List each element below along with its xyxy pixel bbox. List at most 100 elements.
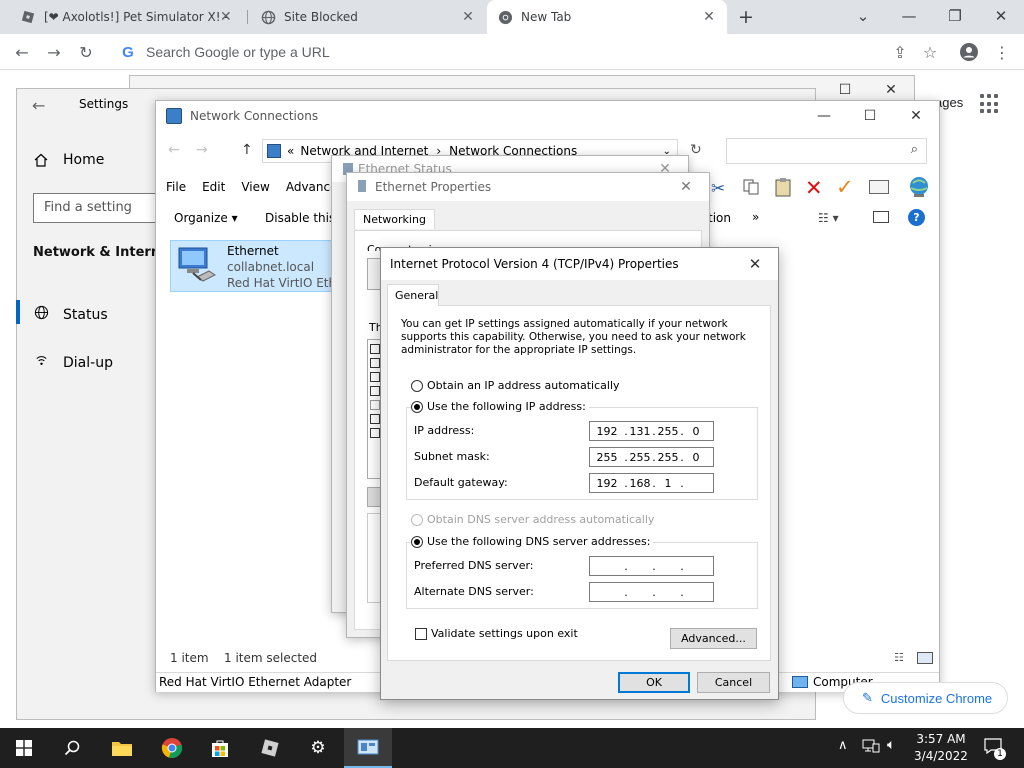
tab-site-blocked[interactable]: Site Blocked ✕	[250, 0, 486, 34]
large-icons-view-icon[interactable]	[917, 652, 933, 664]
up-arrow-icon[interactable]: ↑	[241, 142, 253, 158]
google-apps-icon[interactable]	[980, 94, 1000, 114]
cancel-button[interactable]: Cancel	[697, 672, 770, 693]
properties-icon[interactable]	[869, 180, 889, 194]
help-icon[interactable]: ?	[908, 209, 925, 226]
checkbox[interactable]	[415, 627, 427, 640]
refresh-icon[interactable]: ↻	[690, 142, 702, 158]
minimize-icon[interactable]: —	[886, 0, 932, 32]
back-arrow-icon[interactable]: ←	[32, 96, 45, 115]
checkmark-icon[interactable]: ✓	[836, 175, 854, 199]
new-tab-button[interactable]: +	[738, 6, 754, 28]
subnet-mask-field[interactable]: 255. 255. 255. 0	[589, 447, 714, 467]
chrome-icon[interactable]	[148, 728, 196, 768]
share-icon[interactable]: ⇪	[888, 40, 912, 64]
search-icon[interactable]	[48, 728, 96, 768]
profile-avatar-icon[interactable]	[957, 40, 981, 64]
tab-networking[interactable]: Networking	[354, 209, 435, 229]
preview-pane-icon[interactable]	[873, 211, 889, 223]
use-following-ip-radio[interactable]: Use the following IP address:	[411, 400, 589, 413]
minimize-icon[interactable]: —	[801, 101, 847, 131]
obtain-dns-auto-radio[interactable]: Obtain DNS server address automatically	[411, 513, 654, 526]
close-icon[interactable]: ✕	[663, 173, 709, 201]
bookmark-star-icon[interactable]: ☆	[918, 40, 942, 64]
settings-item-dialup[interactable]: Dial-up	[33, 353, 113, 372]
close-icon[interactable]: ✕	[220, 9, 232, 25]
checkbox[interactable]	[370, 414, 380, 424]
close-icon[interactable]: ✕	[893, 101, 939, 131]
settings-item-status[interactable]: Status	[33, 305, 108, 324]
settings-search-input[interactable]: Find a setting	[33, 193, 163, 223]
tab-pet-simulator[interactable]: [❤ Axolotls!] Pet Simulator X! - R	[10, 0, 242, 34]
network-status-icon[interactable]	[862, 739, 880, 753]
octet[interactable]: 255	[628, 451, 652, 464]
system-clock[interactable]: 3:57 AM 3/4/2022	[909, 731, 973, 765]
preferred-dns-field[interactable]: . . .	[589, 556, 714, 576]
radio-button[interactable]	[411, 513, 423, 526]
close-icon[interactable]: ✕	[732, 248, 778, 280]
octet[interactable]: 255	[590, 451, 624, 464]
octet[interactable]: 192	[590, 477, 624, 490]
close-window-icon[interactable]: ✕	[978, 0, 1024, 32]
close-icon[interactable]: ✕	[460, 9, 476, 25]
network-globe-icon[interactable]	[907, 176, 931, 198]
paste-icon[interactable]	[774, 177, 792, 197]
back-arrow-icon[interactable]: ←	[10, 40, 34, 64]
search-input[interactable]: ⌕	[726, 138, 927, 164]
octet[interactable]: 0	[684, 425, 708, 438]
diagnose-connection-button[interactable]: tion	[708, 211, 731, 225]
cut-icon[interactable]: ✂	[711, 179, 725, 199]
customize-chrome-button[interactable]: ✎ Customize Chrome	[843, 682, 1008, 714]
octet[interactable]: 168	[628, 477, 652, 490]
advanced-button[interactable]: Advanced...	[670, 628, 757, 649]
windows-start-icon[interactable]	[0, 728, 48, 768]
checkbox[interactable]	[370, 372, 380, 382]
copy-icon[interactable]	[742, 178, 760, 196]
menu-edit[interactable]: Edit	[202, 180, 225, 194]
back-arrow-icon[interactable]: ←	[168, 142, 180, 158]
octet[interactable]: 192	[590, 425, 624, 438]
obtain-ip-auto-radio[interactable]: Obtain an IP address automatically	[411, 379, 620, 392]
restore-icon[interactable]: ❐	[932, 0, 978, 32]
checkbox[interactable]	[370, 428, 380, 438]
forward-arrow-icon[interactable]: →	[42, 40, 66, 64]
file-explorer-icon[interactable]	[98, 728, 146, 768]
octet[interactable]: 255	[656, 425, 680, 438]
forward-arrow-icon[interactable]: →	[196, 142, 208, 158]
show-hidden-icons-chevron-icon[interactable]: ∧	[838, 738, 848, 753]
chrome-menu-icon[interactable]: ⋮	[990, 40, 1014, 64]
octet[interactable]: 1	[656, 477, 680, 490]
maximize-icon[interactable]: ☐	[847, 101, 893, 131]
checkbox[interactable]	[370, 386, 380, 396]
organize-button[interactable]: Organize ▾	[174, 211, 238, 225]
menu-view[interactable]: View	[241, 180, 269, 194]
reload-icon[interactable]: ↻	[74, 40, 98, 64]
adapter-ethernet-item[interactable]: Ethernet collabnet.local Red Hat VirtIO …	[170, 240, 348, 292]
more-commands-button[interactable]: »	[752, 210, 759, 224]
radio-button[interactable]	[411, 535, 423, 548]
control-panel-icon[interactable]	[344, 728, 392, 768]
validate-settings-checkbox[interactable]: Validate settings upon exit	[415, 627, 578, 640]
delete-icon[interactable]: ✕	[805, 176, 823, 200]
roblox-icon[interactable]	[246, 728, 294, 768]
omnibox[interactable]: G Search Google or type a URL	[108, 38, 950, 66]
default-gateway-field[interactable]: 192. 168. 1.	[589, 473, 714, 493]
radio-button[interactable]	[411, 379, 423, 392]
octet[interactable]: 255	[656, 451, 680, 464]
ip-address-field[interactable]: 192. 131. 255. 0	[589, 421, 714, 441]
octet[interactable]: 131	[628, 425, 652, 438]
checkbox[interactable]	[370, 344, 380, 354]
radio-button[interactable]	[411, 400, 423, 413]
details-view-icon[interactable]: ☷	[894, 651, 904, 664]
settings-home-link[interactable]: Home	[33, 152, 104, 168]
volume-icon[interactable]: 🔈︎	[887, 737, 895, 753]
view-options-icon[interactable]: ☷ ▾	[818, 211, 839, 225]
tab-new-tab[interactable]: New Tab ✕	[487, 0, 727, 34]
tab-search-chevron-icon[interactable]: ⌄	[840, 0, 886, 32]
checkbox[interactable]	[370, 358, 380, 368]
checkbox[interactable]	[370, 400, 380, 410]
ok-button[interactable]: OK	[618, 672, 690, 693]
close-icon[interactable]: ✕	[701, 9, 717, 25]
use-following-dns-radio[interactable]: Use the following DNS server addresses:	[411, 535, 654, 548]
tab-general[interactable]: General	[387, 284, 439, 306]
